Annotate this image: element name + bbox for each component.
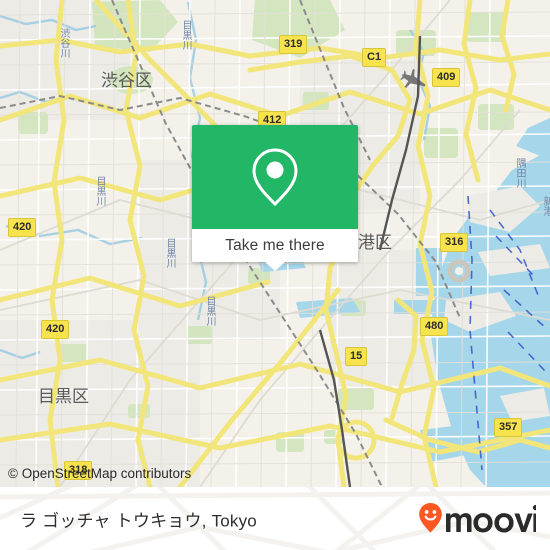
moovit-wordmark <box>419 502 536 532</box>
route-shield-c1[interactable]: C1 <box>362 48 387 67</box>
venue-card-pointer <box>264 261 286 271</box>
moovit-smiling-pin-icon <box>419 502 442 532</box>
river-label-shinko: 新港 <box>541 196 550 216</box>
river-label-megurogawa-2: 目黒川 <box>94 176 105 206</box>
place-label-shibuya-ku: 渋谷区 <box>101 71 152 91</box>
map-attribution: © OpenStreetMap contributors <box>8 466 192 481</box>
venue-card-image <box>192 125 358 229</box>
bottom-info-bar: ラ ゴッチャ トウキョウ, Tokyo <box>0 487 550 550</box>
place-label-meguro-ku: 目黒区 <box>38 387 89 407</box>
route-shield-316[interactable]: 316 <box>440 233 469 252</box>
map-pin-icon <box>252 148 298 207</box>
route-shield-15[interactable]: 15 <box>345 347 368 366</box>
route-shield-420a[interactable]: 420 <box>8 218 37 237</box>
venue-card-cta[interactable]: Take me there <box>192 229 358 262</box>
river-label-megurogawa-1: 目黒川 <box>180 20 191 50</box>
route-shield-357[interactable]: 357 <box>494 418 523 437</box>
river-label-shibuyagawa: 渋谷川 <box>58 28 69 58</box>
route-shield-480[interactable]: 480 <box>420 317 449 336</box>
map-view[interactable]: 319 C1 409 412 420 316 420 480 15 357 31… <box>0 0 550 487</box>
route-shield-420b[interactable]: 420 <box>41 320 70 339</box>
moovit-map-screen: 319 C1 409 412 420 316 420 480 15 357 31… <box>0 0 550 550</box>
venue-callout-card[interactable]: Take me there <box>192 125 358 271</box>
moovit-logo[interactable] <box>418 502 536 536</box>
river-label-megurogawa-4: 目黒川 <box>204 296 215 326</box>
route-shield-319[interactable]: 319 <box>279 35 308 54</box>
river-label-sumidagawa: 隅田川 <box>514 158 525 188</box>
river-label-megurogawa-3: 目黒川 <box>164 238 175 268</box>
route-shield-409[interactable]: 409 <box>432 68 461 87</box>
place-label-minato-ku: 港区 <box>358 233 392 253</box>
take-me-there-label: Take me there <box>225 236 325 254</box>
venue-title: ラ ゴッチャ トウキョウ, Tokyo <box>20 511 257 530</box>
